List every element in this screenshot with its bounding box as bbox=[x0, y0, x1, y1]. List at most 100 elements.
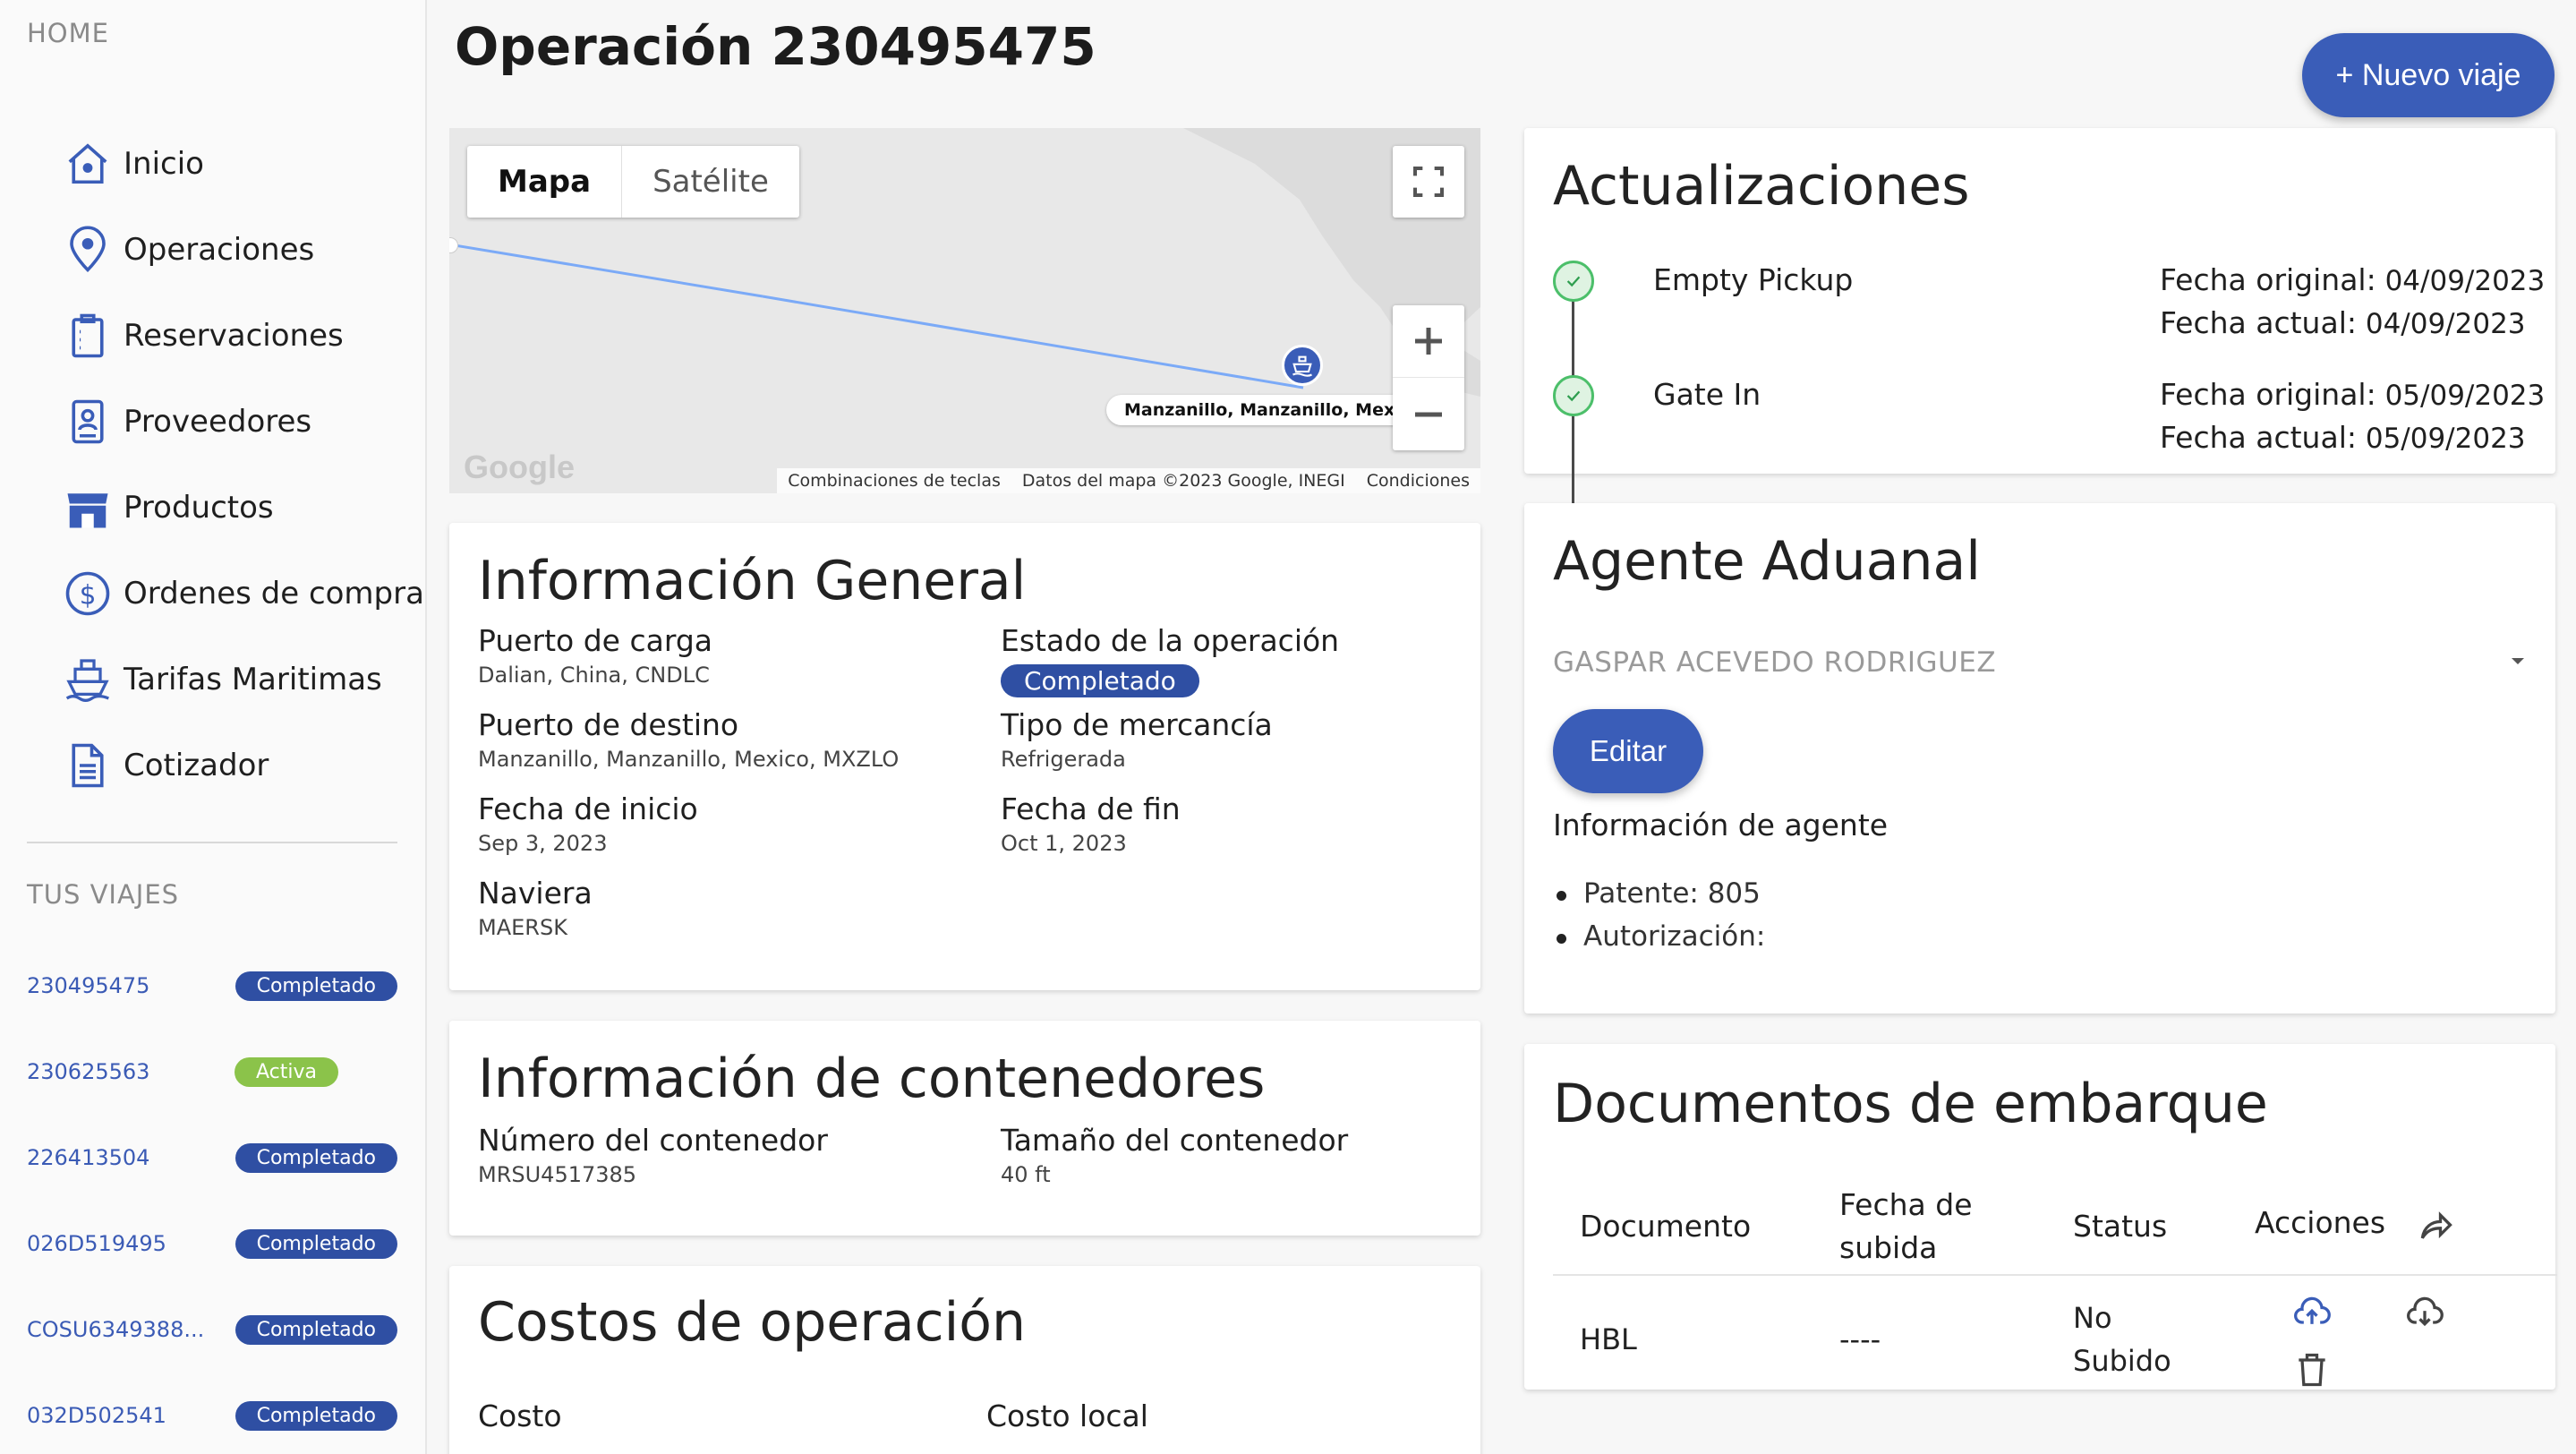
home-heading: HOME bbox=[27, 18, 109, 48]
trip-number[interactable]: 226413504 bbox=[27, 1145, 149, 1170]
field-label: Fecha de fin bbox=[1001, 791, 1181, 826]
document-icon bbox=[63, 740, 113, 791]
dollar-circle-icon: $ bbox=[63, 569, 113, 619]
doc-status: No Subido bbox=[2073, 1301, 2171, 1378]
nav-item-operaciones[interactable]: Operaciones bbox=[63, 218, 314, 281]
nav-item-reservaciones[interactable]: Reservaciones bbox=[63, 304, 344, 367]
ship-icon bbox=[63, 654, 113, 705]
sidebar-divider bbox=[27, 842, 397, 843]
doc-name: HBL bbox=[1580, 1322, 1637, 1356]
col-header-actions: Acciones bbox=[2255, 1205, 2386, 1240]
current-date-label: Fecha actual: bbox=[2160, 420, 2357, 455]
sidebar: HOME Inicio Operaciones Reservaciones Pr… bbox=[0, 0, 427, 1454]
nav-label: Inicio bbox=[124, 146, 204, 182]
update-original-date: Fecha original: 04/09/2023 bbox=[2160, 262, 2545, 297]
edit-agent-button[interactable]: Editar bbox=[1553, 709, 1703, 793]
field-value: MRSU4517385 bbox=[478, 1162, 637, 1187]
documents-card: Documentos de embarque Documento Fecha d… bbox=[1524, 1044, 2557, 1393]
trip-number[interactable]: 026D519495 bbox=[27, 1231, 166, 1256]
nav-item-tarifas-maritimas[interactable]: Tarifas Maritimas bbox=[63, 648, 382, 711]
map-type-map-button[interactable]: Mapa bbox=[467, 146, 623, 218]
nav-item-productos[interactable]: Productos bbox=[63, 476, 274, 539]
field-value: MAERSK bbox=[478, 915, 567, 940]
update-name: Gate In bbox=[1653, 377, 1761, 412]
current-date-value: 04/09/2023 bbox=[2365, 308, 2526, 340]
svg-text:$: $ bbox=[80, 579, 97, 610]
check-icon bbox=[1553, 261, 1594, 302]
nav-label: Operaciones bbox=[124, 232, 315, 268]
new-trip-button[interactable]: + Nuevo viaje bbox=[2302, 33, 2555, 117]
trip-item[interactable]: 230495475 Completado bbox=[27, 963, 397, 1008]
upload-cloud-icon[interactable] bbox=[2292, 1293, 2332, 1336]
ship-marker-icon[interactable] bbox=[1282, 345, 1323, 386]
agent-select[interactable]: GASPAR ACEVEDO RODRIGUEZ bbox=[1553, 636, 2529, 689]
field-label: Naviera bbox=[478, 876, 593, 911]
current-date-label: Fecha actual: bbox=[2160, 305, 2357, 340]
nav-item-cotizador[interactable]: Cotizador bbox=[63, 734, 269, 797]
zoom-out-icon[interactable] bbox=[1393, 378, 1464, 450]
trip-number[interactable]: COSU6349388... bbox=[27, 1317, 204, 1342]
nav-label: Proveedores bbox=[124, 404, 312, 440]
status-badge: Completado bbox=[235, 1142, 397, 1173]
zoom-controls bbox=[1393, 305, 1464, 450]
nav-label: Productos bbox=[124, 490, 274, 526]
nav-label: Tarifas Maritimas bbox=[124, 662, 382, 697]
route-map[interactable]: Manzanillo, Manzanillo, Mexico Mapa Saté… bbox=[449, 128, 1480, 493]
trip-number[interactable]: 230625563 bbox=[27, 1059, 149, 1084]
zoom-in-icon[interactable] bbox=[1393, 305, 1464, 378]
customs-agent-card: Agente Aduanal GASPAR ACEVEDO RODRIGUEZ … bbox=[1524, 503, 2555, 1014]
nav-item-inicio[interactable]: Inicio bbox=[63, 133, 204, 195]
trip-item[interactable]: 226413504 Completado bbox=[27, 1135, 397, 1180]
field-label: Tipo de mercancía bbox=[1001, 707, 1273, 742]
trip-number[interactable]: 032D502541 bbox=[27, 1403, 166, 1428]
update-current-date: Fecha actual: 04/09/2023 bbox=[2160, 305, 2526, 340]
field-label: Fecha de inicio bbox=[478, 791, 698, 826]
keyboard-shortcuts-link[interactable]: Combinaciones de teclas bbox=[777, 471, 1011, 491]
agent-info-item: Autorización: bbox=[1556, 920, 1766, 953]
map-footer: Combinaciones de teclas Datos del mapa ©… bbox=[777, 468, 1480, 493]
fullscreen-icon[interactable] bbox=[1393, 146, 1464, 218]
status-badge: Completado bbox=[235, 1314, 397, 1345]
contact-card-icon bbox=[63, 397, 113, 447]
update-current-date: Fecha actual: 05/09/2023 bbox=[2160, 420, 2526, 455]
costs-card: Costos de operación Costo Costo local bbox=[449, 1266, 1480, 1454]
trip-item[interactable]: 032D502541 Completado bbox=[27, 1393, 397, 1438]
terms-link[interactable]: Condiciones bbox=[1356, 471, 1480, 491]
clipboard-icon bbox=[63, 311, 113, 361]
map-marker-label: Manzanillo, Manzanillo, Mexico bbox=[1106, 395, 1441, 425]
containers-card: Información de contenedores Número del c… bbox=[449, 1021, 1480, 1236]
trip-item[interactable]: 026D519495 Completado bbox=[27, 1221, 397, 1266]
field-label: Estado de la operación bbox=[1001, 623, 1340, 658]
status-badge: Completado bbox=[235, 1400, 397, 1431]
field-label: Tamaño del contenedor bbox=[1001, 1123, 1349, 1158]
share-icon[interactable] bbox=[2416, 1207, 2455, 1250]
agent-info-heading: Información de agente bbox=[1553, 808, 1889, 842]
map-data-attribution: Datos del mapa ©2023 Google, INEGI bbox=[1021, 471, 1345, 491]
download-cloud-icon[interactable] bbox=[2405, 1293, 2444, 1336]
page-title: Operación 230495475 bbox=[455, 16, 1096, 77]
trip-item[interactable]: COSU6349388... Completado bbox=[27, 1307, 397, 1352]
nav-item-ordenes-de-compra[interactable]: $ Ordenes de compra bbox=[63, 562, 424, 625]
field-value: Sep 3, 2023 bbox=[478, 831, 608, 856]
documents-title: Documentos de embarque bbox=[1553, 1073, 2268, 1135]
general-info-title: Información General bbox=[478, 550, 1027, 612]
trip-item[interactable]: 230625563 Activa bbox=[27, 1049, 397, 1094]
nav-item-proveedores[interactable]: Proveedores bbox=[63, 390, 311, 453]
col-header-status: Status bbox=[2073, 1209, 2168, 1244]
trip-number[interactable]: 230495475 bbox=[27, 973, 149, 998]
field-value: 40 ft bbox=[1001, 1162, 1051, 1187]
check-icon bbox=[1553, 375, 1594, 416]
field-value: Refrigerada bbox=[1001, 747, 1126, 772]
local-cost-label: Costo local bbox=[986, 1398, 1148, 1433]
agent-info-item: Patente: 805 bbox=[1557, 877, 1761, 910]
agent-select-value: GASPAR ACEVEDO RODRIGUEZ bbox=[1553, 646, 1997, 679]
containers-title: Información de contenedores bbox=[478, 1048, 1266, 1110]
map-type-satellite-button[interactable]: Satélite bbox=[622, 146, 799, 218]
route-line bbox=[449, 243, 763, 298]
update-name: Empty Pickup bbox=[1653, 262, 1854, 297]
original-date-label: Fecha original: bbox=[2160, 262, 2376, 297]
trash-icon[interactable] bbox=[2292, 1350, 2332, 1393]
caret-down-icon bbox=[2507, 650, 2529, 675]
field-label: Puerto de carga bbox=[478, 623, 712, 658]
updates-card: Actualizaciones Empty Pickup Fecha origi… bbox=[1524, 128, 2555, 601]
